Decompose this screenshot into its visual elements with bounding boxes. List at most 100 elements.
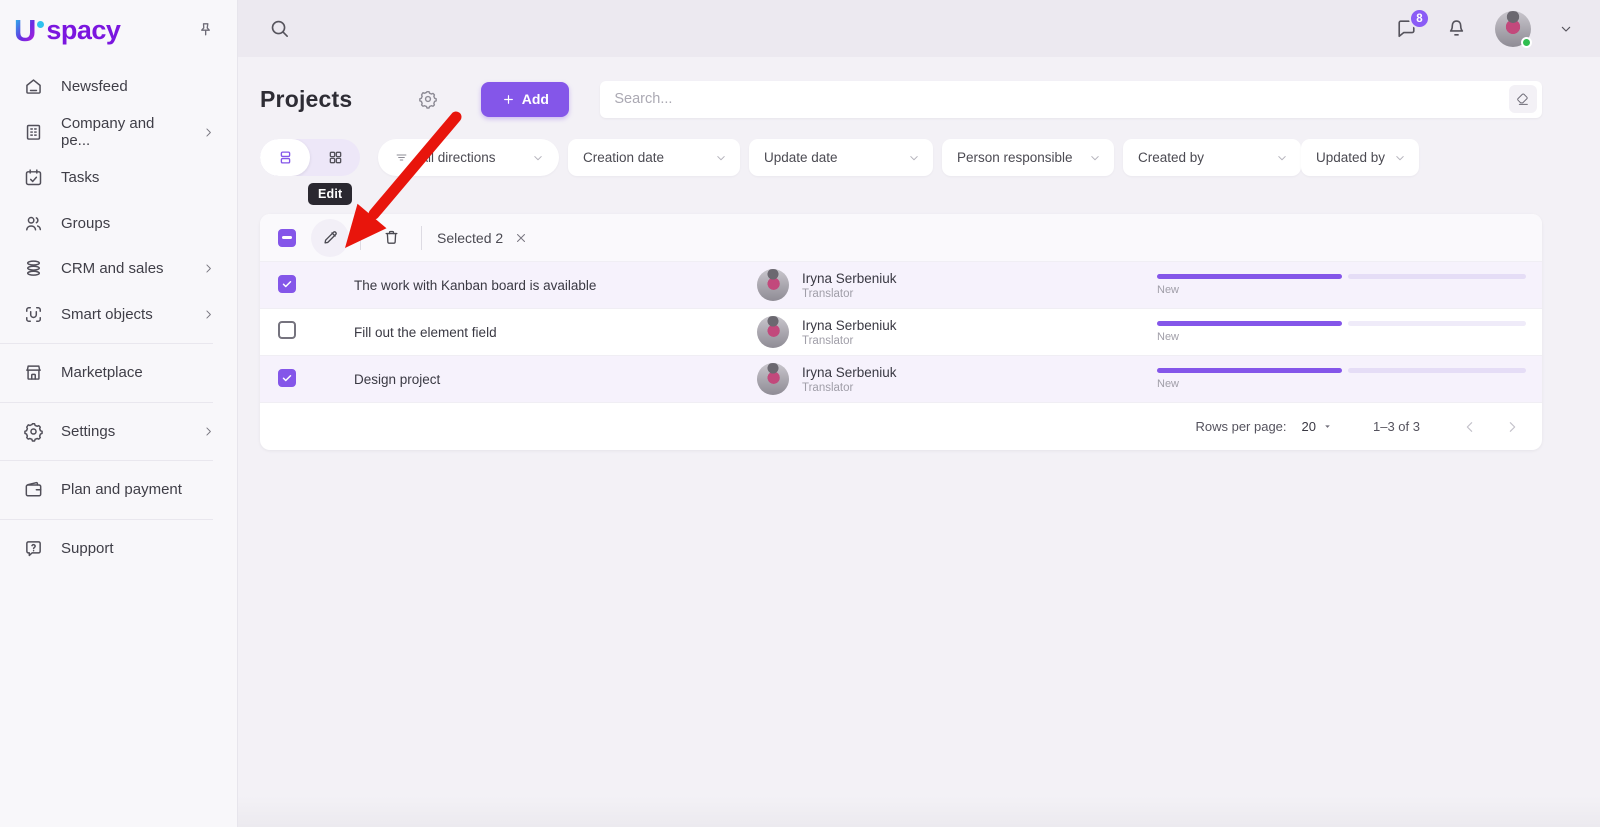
- smart-objects-icon: [23, 304, 44, 325]
- sidebar-item-marketplace[interactable]: Marketplace: [0, 350, 237, 396]
- logo-dot: [37, 21, 44, 28]
- sidebar-item-support[interactable]: Support: [0, 526, 237, 572]
- chevron-right-icon: [1504, 419, 1520, 435]
- project-title[interactable]: Fill out the element field: [354, 325, 757, 340]
- responsible-person[interactable]: Iryna Serbeniuk Translator: [757, 269, 1117, 301]
- chevron-down-icon: [1558, 21, 1574, 37]
- eraser-icon: [1515, 91, 1531, 107]
- users-icon: [23, 213, 44, 234]
- filter-update-date[interactable]: Update date: [749, 139, 933, 176]
- view-toggle: [260, 139, 360, 176]
- profile-menu-button[interactable]: [1558, 21, 1574, 37]
- chevron-down-icon: [907, 151, 921, 165]
- stage-progress: New: [1157, 368, 1526, 390]
- topbar: 8: [238, 0, 1600, 57]
- main-content: Projects Add: [238, 57, 1600, 827]
- selection-toolbar: Selected 2: [260, 214, 1542, 262]
- sidebar-item-groups[interactable]: Groups: [0, 201, 237, 247]
- sidebar-item-label: Smart objects: [61, 306, 153, 323]
- uspacy-logo[interactable]: U spacy: [14, 17, 120, 45]
- page-header: Projects Add: [260, 81, 1542, 117]
- rows-per-page-value: 20: [1302, 419, 1316, 434]
- stage-progress: New: [1157, 321, 1526, 343]
- list-view-icon: [276, 148, 295, 167]
- row-checkbox[interactable]: [278, 369, 296, 387]
- stage-bar: [1157, 321, 1526, 326]
- sidebar-divider: [0, 343, 213, 344]
- chevron-down-icon: [1088, 151, 1102, 165]
- directions-filter-dropdown[interactable]: All directions: [378, 139, 559, 176]
- stage-bar-rest: [1348, 368, 1527, 373]
- projects-settings-button[interactable]: [418, 89, 438, 109]
- previous-page-button[interactable]: [1462, 419, 1478, 435]
- table-footer: Rows per page: 20 1–3 of 3: [260, 403, 1542, 450]
- close-icon: [514, 231, 528, 245]
- person-name: Iryna Serbeniuk: [802, 318, 897, 333]
- page-title: Projects: [260, 86, 352, 113]
- pagination-range: 1–3 of 3: [1373, 419, 1420, 434]
- filter-created-by[interactable]: Created by: [1123, 139, 1301, 176]
- next-page-button[interactable]: [1504, 419, 1520, 435]
- table-row[interactable]: The work with Kanban board is available …: [260, 262, 1542, 309]
- home-icon: [23, 76, 44, 97]
- responsible-person[interactable]: Iryna Serbeniuk Translator: [757, 316, 1117, 348]
- grid-view-icon: [326, 148, 345, 167]
- caret-down-icon: [1322, 421, 1333, 432]
- sidebar-item-label: Support: [61, 540, 114, 557]
- sidebar-divider: [0, 402, 213, 403]
- sidebar-item-crm[interactable]: CRM and sales: [0, 246, 237, 292]
- stage-label: New: [1157, 378, 1526, 390]
- stage-bar-rest: [1348, 274, 1527, 279]
- user-avatar[interactable]: [1495, 11, 1531, 47]
- filter-person-responsible[interactable]: Person responsible: [942, 139, 1114, 176]
- gear-icon: [418, 89, 438, 109]
- clear-selection-button[interactable]: [514, 231, 528, 245]
- wallet-icon: [23, 479, 44, 500]
- edit-selected-button[interactable]: [311, 219, 349, 257]
- notifications-button[interactable]: [1445, 17, 1468, 40]
- grid-view-button[interactable]: [310, 139, 360, 176]
- global-search-button[interactable]: [268, 17, 291, 40]
- storefront-icon: [23, 362, 44, 383]
- person-role: Translator: [802, 288, 897, 300]
- chat-button[interactable]: 8: [1395, 17, 1418, 40]
- row-checkbox-cell: [260, 369, 354, 389]
- person-info: Iryna Serbeniuk Translator: [802, 365, 897, 394]
- sidebar-item-tasks[interactable]: Tasks: [0, 155, 237, 201]
- sidebar-item-newsfeed[interactable]: Newsfeed: [0, 64, 237, 110]
- table-row[interactable]: Fill out the element field Iryna Serbeni…: [260, 309, 1542, 356]
- project-title[interactable]: The work with Kanban board is available: [354, 278, 757, 293]
- list-view-button[interactable]: [260, 139, 310, 176]
- projects-search-input[interactable]: [600, 81, 1542, 118]
- select-all-checkbox[interactable]: [278, 229, 296, 247]
- rows-per-page-select[interactable]: 20: [1302, 419, 1333, 434]
- edit-tooltip: Edit: [308, 183, 352, 205]
- stage-bar: [1157, 274, 1526, 279]
- filter-updated-by[interactable]: Updated by: [1301, 139, 1419, 176]
- sidebar-item-label: CRM and sales: [61, 260, 164, 277]
- pin-sidebar-button[interactable]: [196, 21, 215, 40]
- table-row[interactable]: Design project Iryna Serbeniuk Translato…: [260, 356, 1542, 403]
- delete-selected-button[interactable]: [372, 219, 410, 257]
- sidebar-item-company[interactable]: Company and pe...: [0, 110, 237, 156]
- filter-label: Created by: [1138, 150, 1204, 165]
- chevron-right-icon: [202, 126, 215, 139]
- responsible-person[interactable]: Iryna Serbeniuk Translator: [757, 363, 1117, 395]
- toolbar-divider: [360, 226, 361, 250]
- clear-search-button[interactable]: [1509, 85, 1537, 113]
- row-checkbox[interactable]: [278, 275, 296, 293]
- stage-bar-filled: [1157, 321, 1342, 326]
- row-checkbox[interactable]: [278, 321, 296, 339]
- sidebar-item-settings[interactable]: Settings: [0, 409, 237, 455]
- chat-unread-badge: 8: [1409, 8, 1430, 29]
- sidebar-item-plan-payment[interactable]: Plan and payment: [0, 467, 237, 513]
- add-project-button[interactable]: Add: [481, 82, 569, 117]
- person-role: Translator: [802, 382, 897, 394]
- person-info: Iryna Serbeniuk Translator: [802, 271, 897, 300]
- project-title[interactable]: Design project: [354, 372, 757, 387]
- sidebar-divider: [0, 460, 213, 461]
- filter-creation-date[interactable]: Creation date: [568, 139, 740, 176]
- sidebar-item-smart-objects[interactable]: Smart objects: [0, 292, 237, 338]
- sidebar-header: U spacy: [0, 0, 237, 57]
- chevron-right-icon: [202, 308, 215, 321]
